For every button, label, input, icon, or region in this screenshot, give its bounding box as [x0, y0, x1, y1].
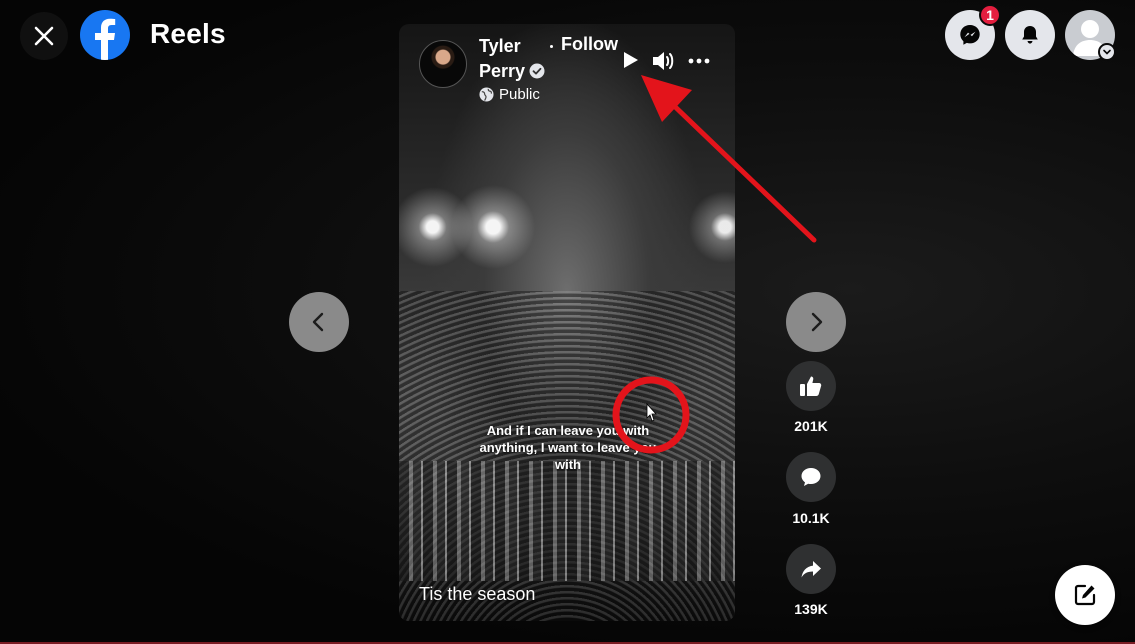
author-first-name: Tyler: [479, 36, 521, 56]
thumbs-up-icon: [800, 376, 822, 396]
bell-icon: [1022, 26, 1038, 44]
more-options-button[interactable]: [688, 51, 710, 71]
previous-reel-button[interactable]: [289, 292, 349, 352]
reel-video[interactable]: Tyler Perry Follow Public And if I can l…: [399, 24, 735, 621]
notification-badge: 1: [979, 4, 1001, 26]
create-reel-button[interactable]: [1055, 565, 1115, 625]
notifications-button[interactable]: [1005, 10, 1055, 60]
messenger-button[interactable]: 1: [945, 4, 1001, 60]
share-icon: [801, 561, 821, 578]
globe-icon: [479, 87, 494, 102]
facebook-logo-icon[interactable]: [80, 10, 130, 60]
next-reel-button[interactable]: [786, 292, 846, 352]
follow-button[interactable]: Follow: [561, 34, 618, 55]
like-button[interactable]: [786, 361, 836, 411]
page-title: Reels: [150, 18, 226, 49]
comment-button[interactable]: [786, 452, 836, 502]
chevron-left-icon: [312, 312, 324, 332]
volume-icon: [653, 52, 674, 70]
privacy-label: Public: [499, 86, 540, 103]
author-last-name: Perry: [479, 61, 526, 81]
author-name[interactable]: Tyler Perry: [479, 34, 549, 86]
chevron-right-icon: [811, 312, 823, 332]
video-frame-seats: [399, 461, 735, 581]
volume-button[interactable]: [651, 49, 677, 73]
video-subtitle: And if I can leave you with anything, I …: [479, 423, 657, 472]
like-count: 201K: [794, 418, 828, 434]
account-menu-chevron-icon[interactable]: [1098, 43, 1116, 61]
compose-icon: [1074, 584, 1096, 606]
close-button[interactable]: [20, 12, 68, 60]
play-icon: [624, 52, 638, 68]
verified-badge-icon: [529, 61, 545, 86]
messenger-icon: [960, 25, 980, 45]
close-icon: [34, 26, 54, 46]
author-avatar[interactable]: [419, 40, 467, 88]
comment-icon: [801, 468, 821, 486]
comment-count: 10.1K: [792, 510, 830, 526]
reel-caption: Tis the season: [419, 584, 536, 604]
more-icon: [688, 58, 710, 64]
reels-viewer: Reels 1 Tyler Perry Follow Public And if…: [0, 0, 1135, 644]
privacy-indicator: Public: [479, 86, 540, 103]
share-button[interactable]: [786, 544, 836, 594]
share-count: 139K: [794, 601, 828, 617]
separator-dot: [550, 45, 553, 48]
play-button[interactable]: [620, 50, 640, 70]
